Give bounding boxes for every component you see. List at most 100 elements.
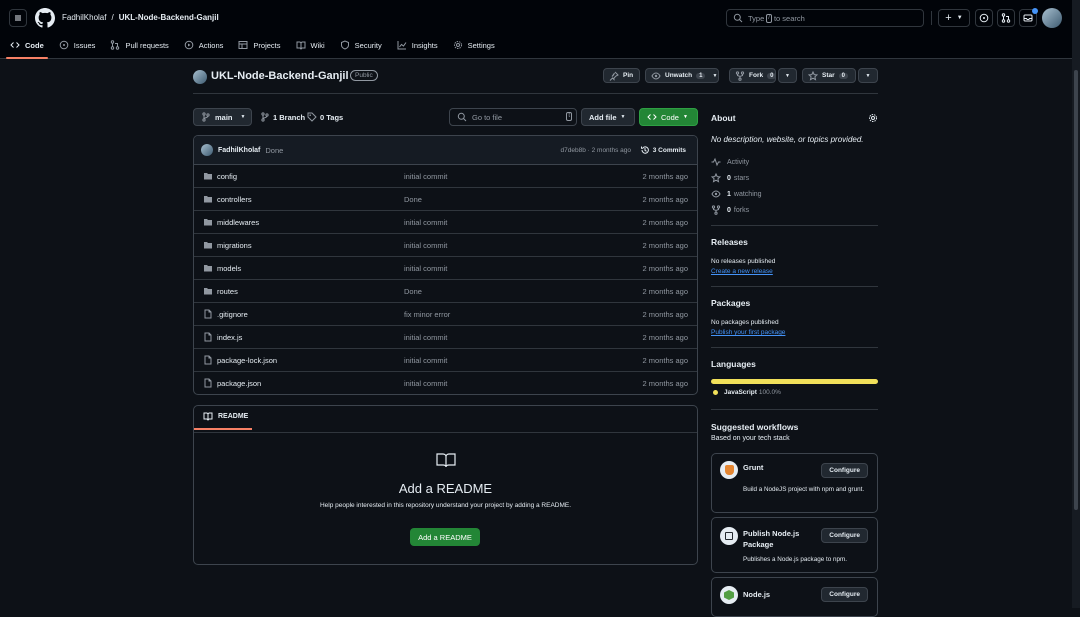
shield-icon — [340, 40, 350, 50]
go-to-file-input[interactable]: Go to file t — [449, 108, 577, 126]
commit-message[interactable]: initial commit — [404, 172, 447, 181]
commits-link[interactable]: 3 Commits — [640, 145, 686, 155]
create-new-button[interactable]: + ▼ — [938, 9, 970, 27]
watching-link[interactable]: 1 watching — [711, 189, 762, 199]
commit-message[interactable]: initial commit — [404, 264, 447, 273]
inbox-button[interactable] — [1019, 8, 1038, 27]
file-name[interactable]: config — [217, 172, 237, 181]
commit-message[interactable]: initial commit — [404, 218, 447, 227]
issues-button[interactable] — [975, 9, 993, 27]
no-packages-text: No packages published — [711, 319, 779, 326]
file-name[interactable]: index.js — [217, 333, 242, 342]
tab-code[interactable]: Code — [6, 38, 48, 59]
tab-wiki[interactable]: Wiki — [296, 38, 325, 52]
package-icon — [720, 527, 738, 545]
folder-icon — [203, 171, 213, 181]
tab-security[interactable]: Security — [340, 38, 382, 52]
file-name[interactable]: middlewares — [217, 218, 259, 227]
gear-icon[interactable] — [868, 113, 878, 123]
tab-insights[interactable]: Insights — [397, 38, 438, 52]
create-release-link[interactable]: Create a new release — [711, 268, 773, 275]
activity-link[interactable]: Activity — [711, 157, 749, 167]
scrollbar[interactable] — [1072, 0, 1080, 608]
commit-message[interactable]: initial commit — [404, 356, 447, 365]
pull-request-icon — [110, 40, 120, 50]
code-icon — [10, 40, 20, 50]
publish-package-link[interactable]: Publish your first package — [711, 329, 785, 336]
forks-link[interactable]: 0 forks — [711, 205, 749, 215]
commit-message[interactable]: Done — [404, 287, 422, 296]
language-item[interactable]: JavaScript 100.0% — [713, 389, 781, 396]
file-row[interactable]: config initial commit 2 months ago — [194, 165, 697, 188]
file-name[interactable]: controllers — [217, 195, 252, 204]
file-row[interactable]: middlewares initial commit 2 months ago — [194, 211, 697, 234]
branch-icon — [260, 112, 270, 122]
file-row[interactable]: .gitignore fix minor error 2 months ago — [194, 303, 697, 326]
scrollbar-thumb[interactable] — [1074, 70, 1078, 510]
file-name[interactable]: migrations — [217, 241, 252, 250]
pull-requests-button[interactable] — [997, 9, 1015, 27]
branches-link[interactable]: 1 Branch — [260, 112, 305, 122]
configure-button[interactable]: Configure — [821, 587, 868, 602]
divider — [711, 347, 878, 348]
stars-link[interactable]: 0 stars — [711, 173, 749, 183]
commit-message[interactable]: fix minor error — [404, 310, 450, 319]
tab-projects[interactable]: Projects — [238, 38, 281, 52]
add-readme-button[interactable]: Add a README — [410, 528, 480, 546]
commit-message[interactable]: Done — [404, 195, 422, 204]
repo-name[interactable]: UKL-Node-Backend-Ganjil — [211, 70, 349, 82]
configure-button[interactable]: Configure — [821, 463, 868, 478]
about-title: About — [711, 113, 736, 123]
commit-hash[interactable]: d7deb8b — [561, 147, 586, 154]
unwatch-button[interactable]: Unwatch 1 ▼ — [645, 68, 719, 83]
configure-button[interactable]: Configure — [821, 528, 868, 543]
github-logo-icon[interactable] — [35, 8, 55, 28]
tab-actions[interactable]: Actions — [184, 38, 223, 52]
fork-dropdown-button[interactable]: ▼ — [778, 68, 797, 83]
repo-link[interactable]: UKL-Node-Backend-Ganjil — [119, 13, 219, 22]
add-file-button[interactable]: Add file ▼ — [581, 108, 635, 126]
readme-tab[interactable]: README — [193, 411, 253, 430]
file-name[interactable]: .gitignore — [217, 310, 248, 319]
file-row[interactable]: migrations initial commit 2 months ago — [194, 234, 697, 257]
workflows-title: Suggested workflows — [711, 422, 799, 432]
issue-icon — [979, 13, 989, 23]
file-row[interactable]: controllers Done 2 months ago — [194, 188, 697, 211]
file-name[interactable]: package-lock.json — [217, 356, 277, 365]
branch-icon — [201, 112, 211, 122]
readme-heading: Add a README — [398, 481, 493, 496]
file-name[interactable]: routes — [217, 287, 238, 296]
commit-message[interactable]: initial commit — [404, 333, 447, 342]
tab-pull-requests[interactable]: Pull requests — [110, 38, 169, 52]
fork-button[interactable]: Fork 0 — [729, 68, 777, 83]
tab-settings[interactable]: Settings — [453, 38, 495, 52]
packages-title[interactable]: Packages — [711, 298, 750, 308]
file-row[interactable]: package.json initial commit 2 months ago — [194, 372, 697, 394]
releases-title[interactable]: Releases — [711, 237, 748, 247]
code-button[interactable]: Code ▼ — [639, 108, 698, 126]
branch-selector[interactable]: main ▼ — [193, 108, 252, 126]
star-button[interactable]: Star 0 — [802, 68, 856, 83]
file-row[interactable]: models initial commit 2 months ago — [194, 257, 697, 280]
commit-author[interactable]: FadhilKholaf — [218, 147, 260, 154]
search-input[interactable]: Type / to search — [726, 9, 924, 27]
commit-message[interactable]: Done — [265, 146, 283, 155]
file-name[interactable]: package.json — [217, 379, 261, 388]
star-dropdown-button[interactable]: ▼ — [858, 68, 878, 83]
pin-button[interactable]: Pin — [603, 68, 640, 83]
menu-button[interactable] — [9, 9, 27, 27]
file-name[interactable]: models — [217, 264, 241, 273]
commit-message[interactable]: initial commit — [404, 241, 447, 250]
file-row[interactable]: routes Done 2 months ago — [194, 280, 697, 303]
file-row[interactable]: package-lock.json initial commit 2 months … — [194, 349, 697, 372]
grunt-icon — [720, 461, 738, 479]
tab-issues[interactable]: Issues — [59, 38, 95, 52]
commit-time: 2 months ago — [642, 309, 688, 319]
file-icon — [203, 309, 213, 319]
commit-message[interactable]: initial commit — [404, 379, 447, 388]
eye-icon — [711, 189, 721, 199]
user-avatar[interactable] — [1042, 8, 1062, 28]
file-row[interactable]: index.js initial commit 2 months ago — [194, 326, 697, 349]
tags-link[interactable]: 0 Tags — [307, 112, 343, 122]
owner-link[interactable]: FadhilKholaf — [62, 13, 106, 22]
